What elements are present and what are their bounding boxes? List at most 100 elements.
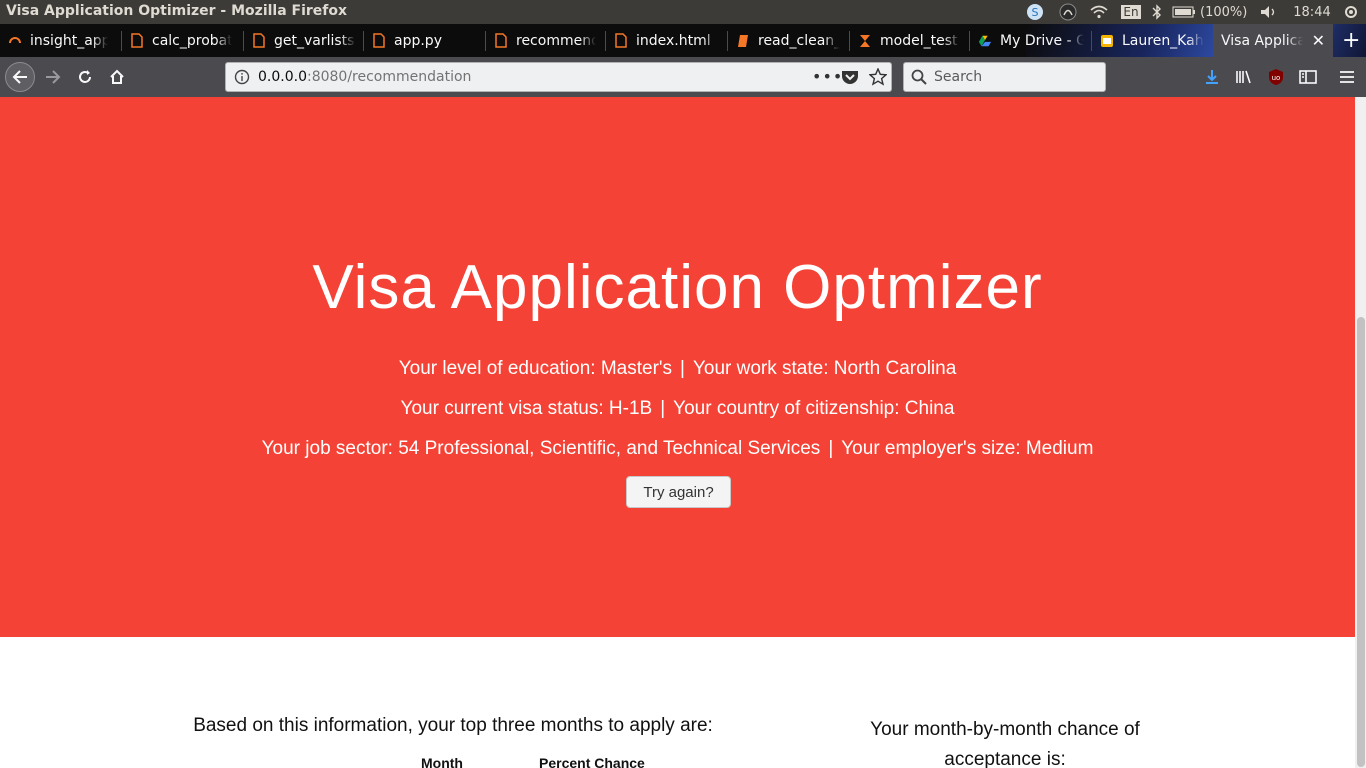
- hourglass-icon: [858, 33, 872, 49]
- url-path: :8080/recommendation: [306, 69, 472, 85]
- forward-button[interactable]: [39, 63, 67, 91]
- reload-icon: [79, 70, 91, 83]
- sidebar-icon: [1299, 70, 1317, 84]
- volume-icon[interactable]: [1258, 0, 1280, 24]
- cloud-sync-icon[interactable]: [1056, 0, 1080, 24]
- tab-index-html[interactable]: index.html: [606, 24, 726, 57]
- tab-label: index.html: [636, 32, 711, 49]
- tab-label: read_clean_: [758, 32, 840, 49]
- tab-label: get_varlists: [274, 32, 355, 49]
- slides-icon: [1100, 33, 1114, 49]
- file-icon: [494, 33, 508, 49]
- skype-icon[interactable]: S: [1024, 0, 1046, 24]
- library-icon: [1236, 70, 1251, 84]
- tab-my-drive[interactable]: My Drive - G: [970, 24, 1090, 57]
- separator: |: [828, 438, 834, 459]
- url-bar[interactable]: 0.0.0.0:8080/recommendation •••: [225, 62, 892, 92]
- download-icon: [1206, 70, 1218, 84]
- page-actions-icon[interactable]: •••: [812, 67, 843, 86]
- tab-label: insight_app: [30, 32, 108, 49]
- arrow-left-icon: [12, 70, 27, 84]
- page-content: Visa Application Optmizer Your level of …: [0, 97, 1355, 768]
- file-icon: [614, 33, 628, 49]
- tab-label: Visa Applica: [1221, 32, 1303, 49]
- hero-section: Visa Application Optmizer Your level of …: [0, 97, 1355, 637]
- citizenship-info: Your country of citizenship: China: [673, 398, 955, 419]
- new-tab-button[interactable]: +: [1336, 24, 1366, 57]
- tab-label: Lauren_Kah: [1122, 32, 1204, 49]
- home-icon: [110, 69, 124, 84]
- back-button[interactable]: [5, 62, 35, 92]
- plus-icon: +: [1342, 28, 1361, 53]
- table-header-month: Month: [421, 755, 463, 768]
- ublock-button[interactable]: uo: [1262, 63, 1290, 91]
- tab-get-varlists[interactable]: get_varlists: [244, 24, 362, 57]
- clock[interactable]: 18:44: [1290, 0, 1334, 24]
- info-line-visa-citizenship: Your current visa status: H-1B | Your coun…: [0, 398, 1355, 420]
- navigation-toolbar: 0.0.0.0:8080/recommendation ••• Search u…: [0, 57, 1366, 97]
- tab-read-clean[interactable]: read_clean_: [728, 24, 848, 57]
- reload-button[interactable]: [71, 63, 99, 91]
- clock-time: 18:44: [1293, 4, 1331, 20]
- scrollbar-thumb[interactable]: [1357, 317, 1365, 767]
- file-icon: [130, 33, 144, 49]
- tab-recommendation[interactable]: recommenda: [486, 24, 604, 57]
- home-button[interactable]: [103, 63, 131, 91]
- arrow-right-icon: [46, 70, 61, 84]
- separator: |: [660, 398, 666, 419]
- results-section: Based on this information, your top thre…: [0, 637, 1355, 768]
- hamburger-menu-icon: [1340, 71, 1354, 83]
- svg-text:S: S: [1032, 6, 1039, 19]
- wifi-icon[interactable]: [1088, 0, 1110, 24]
- drive-icon: [978, 33, 992, 49]
- menu-button[interactable]: [1333, 63, 1361, 91]
- library-button[interactable]: [1230, 63, 1258, 91]
- tab-label: My Drive - G: [1000, 32, 1084, 49]
- visa-status-info: Your current visa status: H-1B: [400, 398, 653, 419]
- employer-size-info: Your employer's size: Medium: [841, 438, 1094, 459]
- os-top-bar: Visa Application Optimizer - Mozilla Fir…: [0, 0, 1366, 24]
- tab-model-test[interactable]: model_test: [850, 24, 968, 57]
- keyboard-layout-label: En: [1121, 5, 1141, 19]
- site-info-icon[interactable]: [234, 69, 250, 89]
- tab-visa-application-active[interactable]: Visa Applica ✕: [1213, 24, 1333, 57]
- downloads-button[interactable]: [1198, 63, 1226, 91]
- battery-percent: (100%): [1200, 4, 1248, 20]
- sidebar-button[interactable]: [1294, 63, 1322, 91]
- tab-app-py[interactable]: app.py: [364, 24, 484, 57]
- page-scrollbar[interactable]: [1355, 97, 1366, 768]
- info-line-sector-employer: Your job sector: 54 Professional, Scient…: [0, 438, 1355, 460]
- tab-insight-app[interactable]: insight_app: [0, 24, 118, 57]
- separator: |: [680, 358, 685, 379]
- monthly-chance-heading: Your month-by-month chance of acceptance…: [870, 719, 1140, 768]
- url-host: 0.0.0.0: [258, 69, 307, 85]
- tab-lauren-kah[interactable]: Lauren_Kah: [1092, 24, 1212, 57]
- search-icon: [911, 69, 927, 89]
- tab-label: app.py: [394, 32, 442, 49]
- bookmark-star-icon[interactable]: [868, 67, 888, 90]
- bluetooth-icon[interactable]: [1148, 0, 1166, 24]
- window-title: Visa Application Optimizer - Mozilla Fir…: [6, 3, 348, 19]
- tab-calc-probat[interactable]: calc_probat: [122, 24, 240, 57]
- job-sector-info: Your job sector: 54 Professional, Scient…: [261, 438, 821, 459]
- info-line-education-state: Your level of education: Master's | Your w…: [0, 358, 1355, 380]
- battery-indicator[interactable]: (100%): [1172, 0, 1252, 24]
- tab-label: recommenda: [516, 32, 596, 49]
- try-again-button[interactable]: Try again?: [626, 476, 731, 508]
- work-state-info: Your work state: North Carolina: [692, 358, 957, 379]
- pocket-icon[interactable]: [841, 69, 859, 89]
- keyboard-layout[interactable]: En: [1120, 0, 1142, 24]
- battery-icon: [1172, 6, 1195, 18]
- file-icon: [372, 33, 386, 49]
- top-three-heading: Based on this information, your top thre…: [193, 715, 713, 736]
- search-bar[interactable]: Search: [903, 62, 1106, 92]
- url-text[interactable]: 0.0.0.0:8080/recommendation: [258, 69, 471, 85]
- insight-icon: [8, 33, 22, 49]
- page-title: Visa Application Optmizer: [312, 253, 1043, 322]
- power-gear-icon[interactable]: [1340, 0, 1362, 24]
- close-tab-icon[interactable]: ✕: [1312, 31, 1325, 50]
- svg-text:uo: uo: [1272, 74, 1281, 82]
- table-header-percent: Percent Chance: [539, 755, 645, 768]
- search-placeholder: Search: [934, 69, 983, 85]
- ublock-icon: uo: [1269, 69, 1283, 85]
